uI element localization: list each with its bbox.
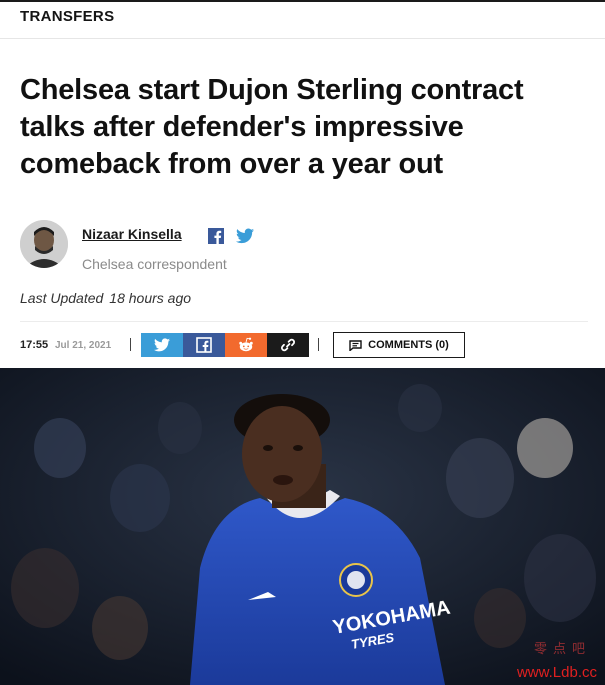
divider bbox=[0, 38, 605, 39]
last-updated: Last Updated 18 hours ago bbox=[20, 290, 191, 306]
share-facebook-button[interactable] bbox=[183, 333, 225, 357]
section-label[interactable]: TRANSFERS bbox=[20, 8, 114, 25]
top-border bbox=[0, 0, 605, 2]
twitter-icon bbox=[154, 338, 170, 352]
comment-icon bbox=[349, 339, 362, 351]
share-reddit-button[interactable] bbox=[225, 333, 267, 357]
article-hero-image[interactable]: YOKOHAMA TYRES 零点吧 www.Ldb.cc bbox=[0, 368, 605, 685]
facebook-icon bbox=[196, 337, 212, 353]
separator bbox=[318, 338, 319, 351]
separator bbox=[130, 338, 131, 351]
comments-button[interactable]: COMMENTS (0) bbox=[333, 332, 465, 358]
link-icon bbox=[281, 338, 295, 352]
twitter-icon[interactable] bbox=[236, 228, 254, 244]
comments-label: COMMENTS (0) bbox=[368, 339, 449, 351]
article-headline: Chelsea start Dujon Sterling contract ta… bbox=[20, 74, 524, 180]
watermark-logo: 零点吧 bbox=[533, 641, 591, 656]
last-updated-value: 18 hours ago bbox=[109, 290, 192, 306]
publish-date: Jul 21, 2021 bbox=[55, 340, 112, 351]
divider bbox=[20, 321, 588, 322]
reddit-icon bbox=[239, 337, 253, 352]
watermark-url: www.Ldb.cc bbox=[516, 664, 597, 681]
publish-time: 17:55 bbox=[20, 339, 49, 351]
last-updated-label: Last Updated bbox=[20, 290, 104, 306]
facebook-icon[interactable] bbox=[208, 228, 224, 244]
share-twitter-button[interactable] bbox=[141, 333, 183, 357]
author-name-link[interactable]: Nizaar Kinsella bbox=[82, 226, 182, 242]
author-role: Chelsea correspondent bbox=[82, 256, 227, 272]
copy-link-button[interactable] bbox=[267, 333, 309, 357]
author-avatar[interactable] bbox=[20, 220, 68, 268]
